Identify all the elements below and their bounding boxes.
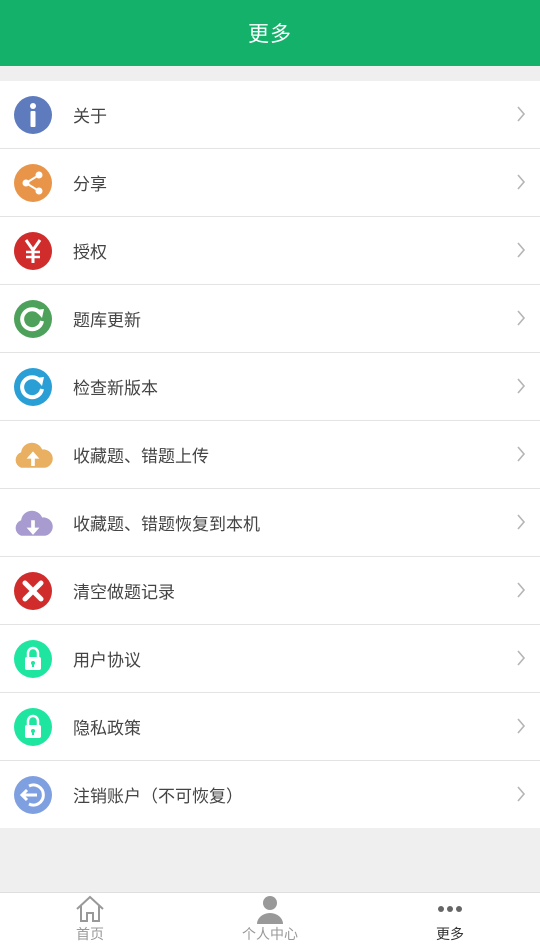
menu-item-label: 分享 [73, 175, 107, 195]
cloud-upload-icon [12, 435, 54, 475]
menu-item-share[interactable]: 分享 [0, 149, 540, 217]
chevron-right-icon [517, 310, 526, 326]
menu-item-upload-favorites[interactable]: 收藏题、错题上传 [0, 421, 540, 489]
menu-item-user-agreement[interactable]: 用户协议 [0, 625, 540, 693]
menu-item-label: 题库更新 [73, 311, 141, 331]
chevron-right-icon [517, 514, 526, 530]
yen-icon [12, 231, 54, 271]
lock-icon [12, 639, 54, 679]
menu-list: 关于 分享 授权 题库更新 检查新版本 收藏题、错题上传 收藏题、错题恢复到本机… [0, 81, 540, 828]
menu-item-privacy-policy[interactable]: 隐私政策 [0, 693, 540, 761]
info-icon [12, 95, 54, 135]
menu-item-label: 授权 [73, 243, 107, 263]
chevron-right-icon [517, 174, 526, 190]
user-icon [255, 893, 285, 924]
menu-item-authorize[interactable]: 授权 [0, 217, 540, 285]
menu-item-delete-account[interactable]: 注销账户（不可恢复） [0, 761, 540, 828]
tab-label: 更多 [436, 927, 464, 943]
menu-item-label: 隐私政策 [73, 719, 141, 739]
cloud-download-icon [12, 503, 54, 543]
menu-item-label: 关于 [73, 107, 107, 127]
chevron-right-icon [517, 786, 526, 802]
tab-profile[interactable]: 个人中心 [180, 893, 360, 946]
home-icon [75, 893, 105, 924]
menu-item-about[interactable]: 关于 [0, 81, 540, 149]
bottom-tab-bar: 首页 个人中心 更多 [0, 892, 540, 946]
tab-label: 个人中心 [242, 927, 298, 943]
menu-item-question-bank-update[interactable]: 题库更新 [0, 285, 540, 353]
page-title: 更多 [248, 22, 292, 46]
menu-item-label: 收藏题、错题恢复到本机 [73, 515, 260, 535]
chevron-right-icon [517, 242, 526, 258]
menu-item-restore-favorites[interactable]: 收藏题、错题恢复到本机 [0, 489, 540, 557]
close-icon [12, 571, 54, 611]
menu-item-label: 用户协议 [73, 651, 141, 671]
chevron-right-icon [517, 718, 526, 734]
share-icon [12, 163, 54, 203]
tab-more[interactable]: 更多 [360, 893, 540, 946]
chevron-right-icon [517, 582, 526, 598]
tab-label: 首页 [76, 927, 104, 943]
menu-item-clear-records[interactable]: 清空做题记录 [0, 557, 540, 625]
menu-item-label: 收藏题、错题上传 [73, 447, 209, 467]
lock-icon [12, 707, 54, 747]
chevron-right-icon [517, 106, 526, 122]
chevron-right-icon [517, 446, 526, 462]
refresh-icon [12, 367, 54, 407]
menu-item-check-version[interactable]: 检查新版本 [0, 353, 540, 421]
menu-item-label: 检查新版本 [73, 379, 158, 399]
menu-item-label: 清空做题记录 [73, 583, 175, 603]
page-header: 更多 [0, 0, 540, 66]
menu-item-label: 注销账户（不可恢复） [73, 787, 243, 807]
logout-icon [12, 775, 54, 815]
refresh-icon [12, 299, 54, 339]
chevron-right-icon [517, 378, 526, 394]
more-icon [437, 893, 463, 924]
tab-home[interactable]: 首页 [0, 893, 180, 946]
chevron-right-icon [517, 650, 526, 666]
